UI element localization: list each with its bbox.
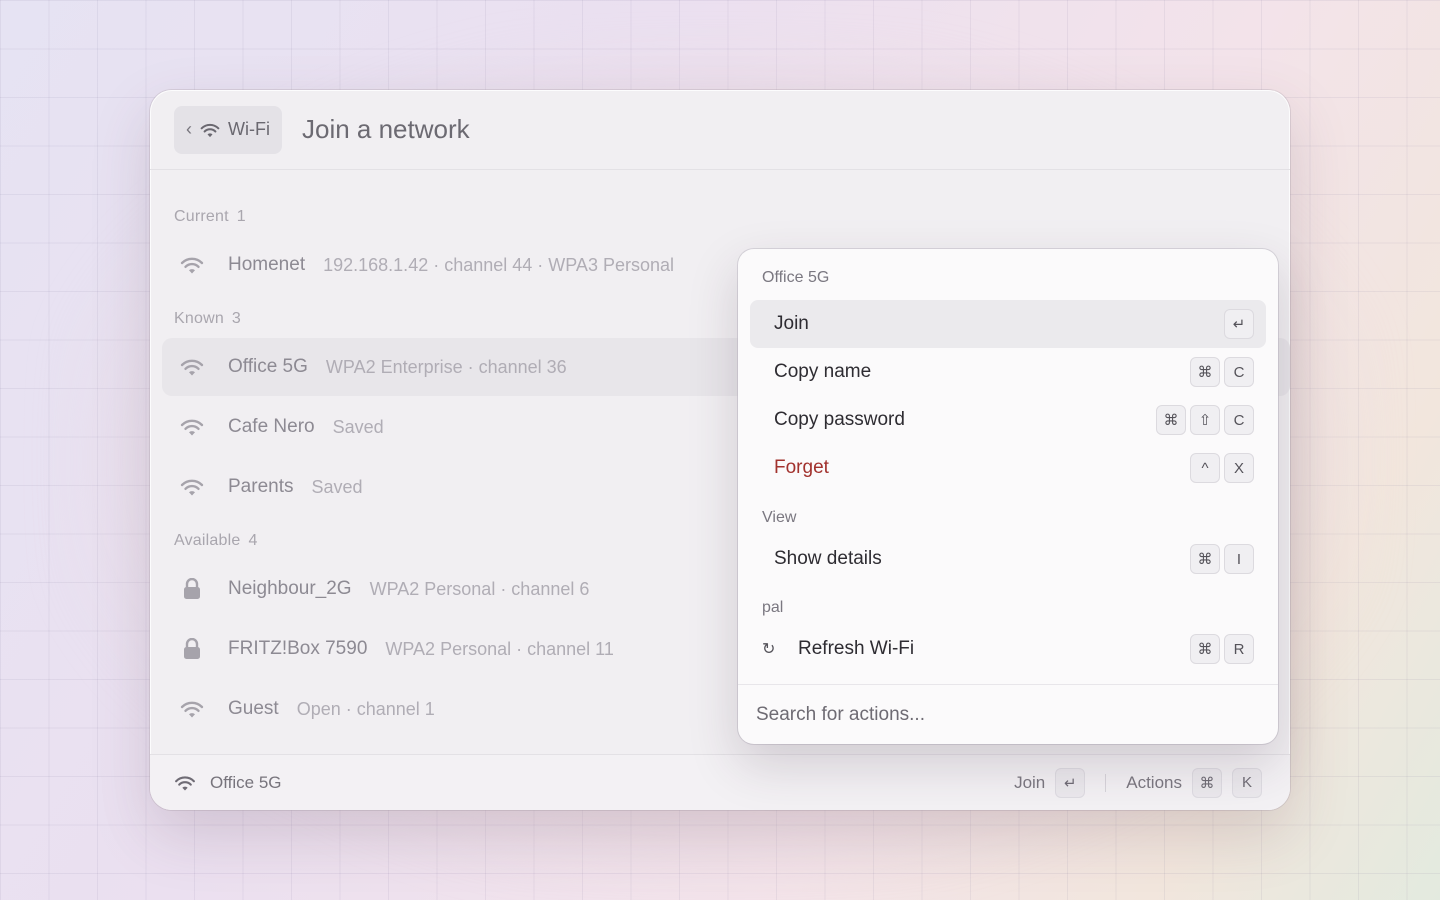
shortcut-key: I [1224,544,1254,574]
actions-popover: Office 5G Join ↵ Copy name ⌘ C Copy password ⌘ ⇧… [738,249,1278,744]
network-meta: Open · channel 1 [296,698,435,719]
refresh-wifi-action[interactable]: ↻ Refresh Wi-Fi ⌘ R [750,625,1266,673]
wifi-icon [175,776,195,791]
lock-icon [180,637,204,661]
forget-action[interactable]: Forget ^ X [750,444,1266,492]
shortcut-keys: ⌘ ⇧ C [1156,405,1254,435]
section-count: 4 [248,532,258,549]
wifi-icon [180,697,204,721]
popover-title: Office 5G [762,269,830,286]
network-meta: WPA2 Enterprise · channel 36 [325,356,567,377]
show-details-action[interactable]: Show details ⌘ I [750,535,1266,583]
footer-actions-key: ⌘ [1192,767,1222,798]
lock-icon [180,577,204,601]
footer-join-button[interactable]: Join [1014,773,1045,793]
action-label: Forget [774,457,829,478]
shortcut-key: ↵ [1224,309,1254,339]
network-meta: Saved [332,416,384,437]
wifi-icon [180,475,204,499]
section-known: Known 3 [174,310,241,328]
action-label: Refresh Wi-Fi [798,638,915,659]
shortcut-key: ⌘ [1156,405,1186,435]
network-name: Cafe Nero [228,416,315,437]
network-name: Office 5G [228,356,308,377]
wifi-icon [180,415,204,439]
footer-actions-key: K [1232,767,1262,798]
popover-section-pal: pal [762,599,784,616]
wifi-icon [180,355,204,379]
footer-bar: Office 5G Join ↵ Actions ⌘ K [150,754,1290,810]
network-name: FRITZ!Box 7590 [228,638,368,659]
shortcut-key: C [1224,357,1254,387]
section-count: 1 [236,208,246,225]
section-label: Available [174,532,241,549]
section-label: Current [174,208,229,225]
shortcut-key: ⌘ [1190,357,1220,387]
shortcut-keys: ^ X [1190,453,1254,483]
wifi-icon [180,253,204,277]
shortcut-key: ^ [1190,453,1220,483]
shortcut-key: ⌘ [1190,544,1220,574]
network-name: Neighbour_2G [228,578,352,599]
wifi-icon [200,123,220,137]
shortcut-key: ⌘ [1190,634,1220,664]
network-meta: Saved [311,476,363,497]
section-available: Available 4 [174,532,258,550]
shortcut-key: C [1224,405,1254,435]
action-search-input[interactable] [756,703,1278,726]
network-meta: WPA2 Personal · channel 6 [369,578,590,599]
copy-name-action[interactable]: Copy name ⌘ C [750,348,1266,396]
action-search-bar [738,684,1278,744]
footer-network: Office 5G [174,773,282,793]
network-meta: 192.168.1.42 · channel 44 · WPA3 Persona… [323,254,674,275]
action-label: Copy password [774,409,905,430]
shortcut-keys: ⌘ I [1190,544,1254,574]
shortcut-keys: ⌘ C [1190,357,1254,387]
footer-actions: Join ↵ Actions ⌘ K [1014,767,1262,798]
refresh-icon: ↻ [762,641,776,658]
action-label: Show details [774,548,882,569]
back-button[interactable]: ‹ Wi-Fi [174,105,282,154]
back-button-label: Wi-Fi [228,119,270,139]
network-name: Guest [228,698,279,719]
footer-divider [1105,773,1107,792]
footer-actions-button[interactable]: Actions [1126,773,1182,793]
action-label: Join [774,313,809,334]
section-label: Known [174,310,224,327]
section-count: 3 [231,310,242,327]
footer-network-name: Office 5G [210,772,282,792]
footer-join-key: ↵ [1055,767,1086,798]
join-action[interactable]: Join ↵ [750,300,1266,348]
page-title: Join a network [301,114,470,144]
shortcut-keys: ↵ [1224,309,1254,339]
shortcut-key: ⇧ [1190,405,1220,435]
copy-password-action[interactable]: Copy password ⌘ ⇧ C [750,396,1266,444]
network-meta: WPA2 Personal · channel 11 [385,638,614,659]
popover-section-view: View [762,509,797,526]
shortcut-key: X [1224,453,1254,483]
shortcut-keys: ⌘ R [1190,634,1254,664]
network-name: Homenet [228,254,306,275]
header: ‹ Wi-Fi Join a network [150,90,1290,170]
section-current: Current 1 [174,208,246,226]
chevron-left-icon: ‹ [186,119,192,139]
network-name: Parents [228,476,294,497]
action-label: Copy name [774,361,872,382]
shortcut-key: R [1224,634,1254,664]
